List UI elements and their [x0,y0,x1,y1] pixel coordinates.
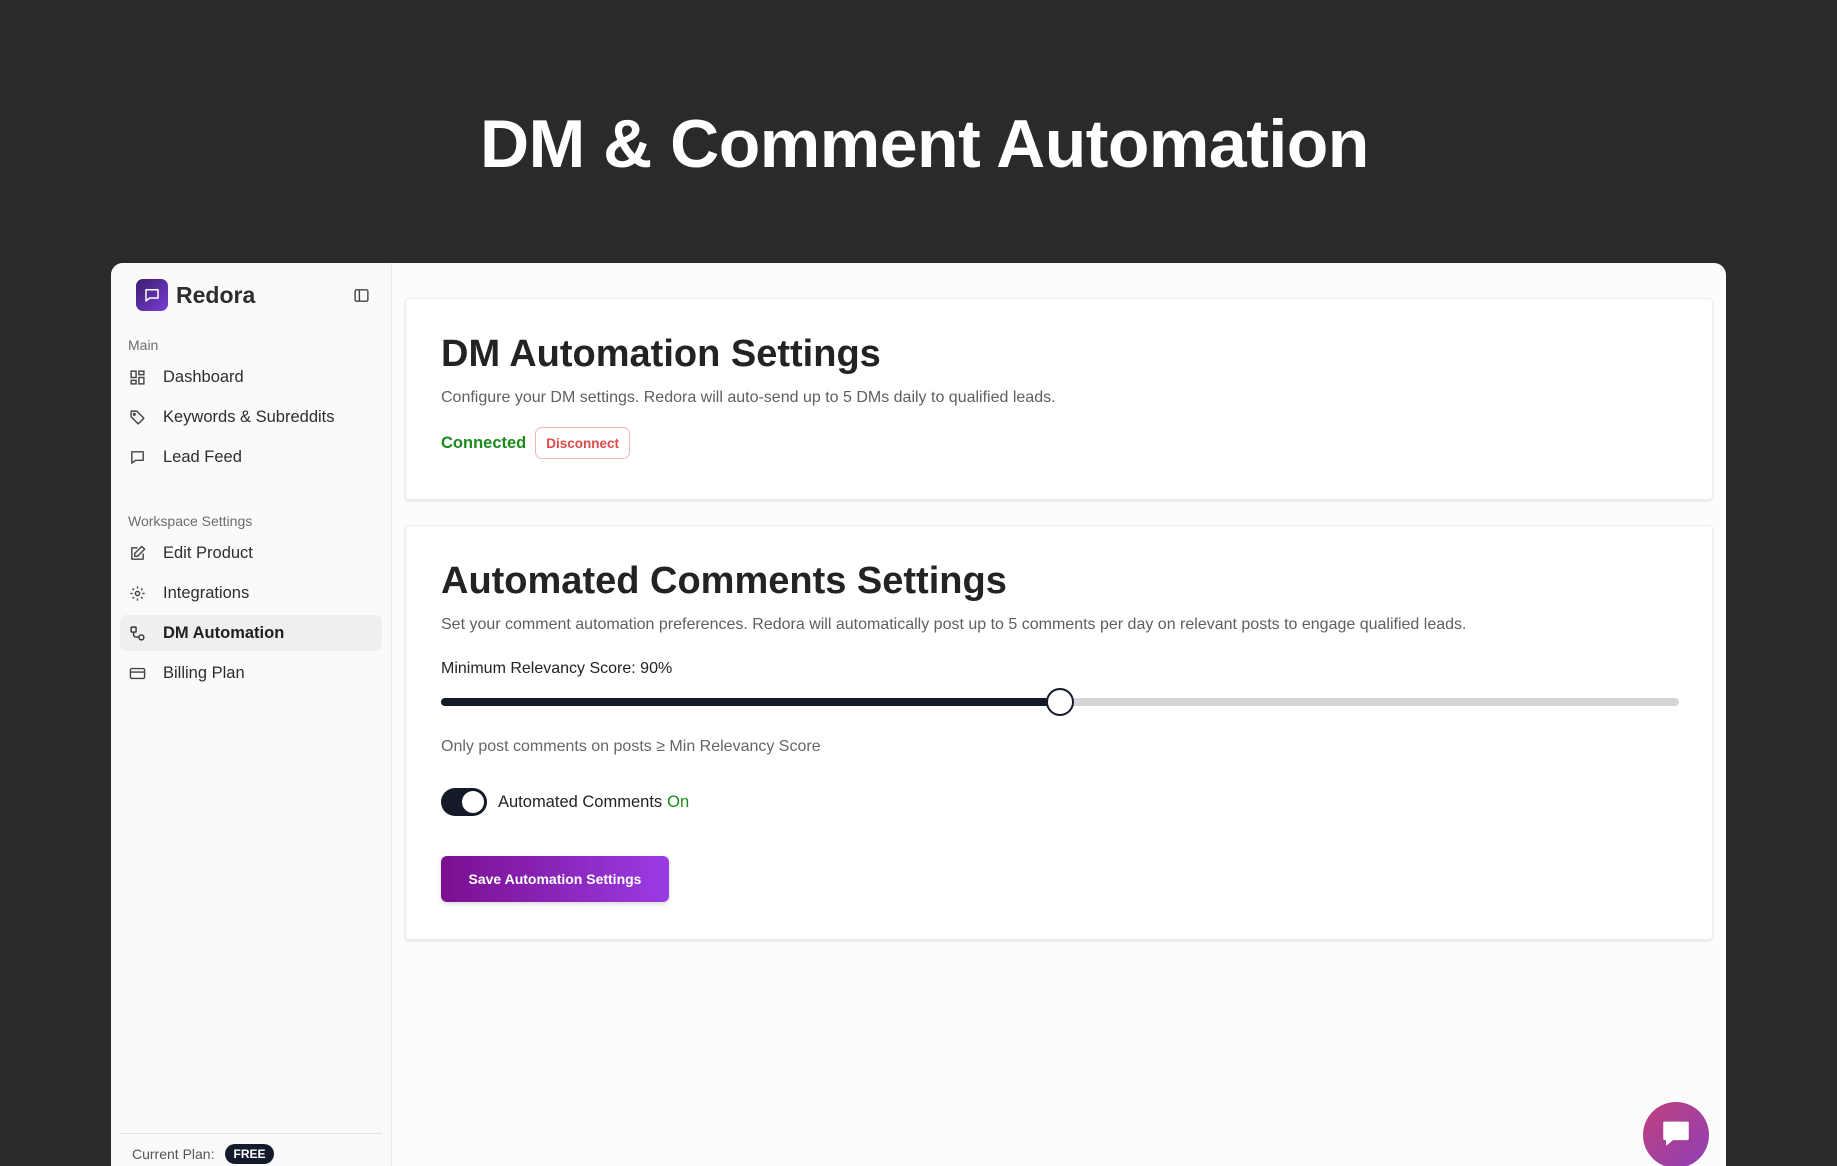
tag-icon [128,408,146,426]
relevancy-slider-label: Minimum Relevancy Score: 90% [441,660,673,677]
sidebar-section-main: Main [128,337,159,353]
sidebar-item-dashboard[interactable]: Dashboard [120,359,382,395]
workflow-icon [128,624,146,642]
brand-name: Redora [176,281,256,308]
sidebar-item-label: DM Automation [163,623,285,642]
sidebar-footer: Current Plan: FREE [120,1133,382,1164]
sidebar-toggle-icon[interactable] [349,283,373,307]
automated-comments-toggle[interactable] [441,788,487,816]
chat-support-button[interactable] [1643,1102,1709,1166]
app-window: Redora Main Dashboard Keywords & Subredd… [111,263,1726,1166]
sidebar-item-label: Dashboard [163,367,244,386]
edit-icon [128,544,146,562]
sidebar-item-keywords[interactable]: Keywords & Subreddits [120,399,382,435]
brand-logo-icon [136,279,168,311]
sidebar: Redora Main Dashboard Keywords & Subredd… [111,263,392,1166]
disconnect-button[interactable]: Disconnect [535,427,631,459]
sidebar-item-label: Edit Product [163,543,253,562]
automated-comments-label: Automated Comments [498,792,663,811]
automated-comments-toggle-row: Automated Comments On [441,788,689,816]
sidebar-item-billing[interactable]: Billing Plan [120,655,382,691]
sidebar-item-label: Lead Feed [163,447,242,466]
credit-card-icon [128,664,146,682]
sidebar-item-label: Billing Plan [163,663,245,682]
relevancy-slider-note: Only post comments on posts ≥ Min Releva… [441,738,821,755]
sidebar-item-edit-product[interactable]: Edit Product [120,535,382,571]
save-automation-settings-button[interactable]: Save Automation Settings [441,856,669,902]
comments-card-title: Automated Comments Settings [441,560,1007,602]
current-plan-label: Current Plan: [132,1146,215,1162]
slider-thumb[interactable] [1046,688,1074,716]
relevancy-slider[interactable] [441,688,1679,716]
comments-card-description: Set your comment automation preferences.… [441,616,1467,633]
sidebar-item-lead-feed[interactable]: Lead Feed [120,439,382,475]
gear-icon [128,584,146,602]
slider-fill [441,698,1060,706]
dm-card-title: DM Automation Settings [441,333,881,375]
sidebar-item-integrations[interactable]: Integrations [120,575,382,611]
sidebar-item-label: Keywords & Subreddits [163,407,335,426]
toggle-knob [462,791,484,813]
message-icon [128,448,146,466]
dashboard-icon [128,368,146,386]
status-badge: Connected [441,433,527,452]
sidebar-item-dm-automation[interactable]: DM Automation [120,615,382,651]
dm-settings-card: DM Automation Settings Configure your DM… [405,298,1713,500]
sidebar-section-workspace: Workspace Settings [128,513,253,529]
automated-comments-state: On [667,792,690,811]
sidebar-item-label: Integrations [163,583,250,602]
plan-badge: FREE [225,1144,274,1164]
dm-card-description: Configure your DM settings. Redora will … [441,389,1056,406]
main-content: DM Automation Settings Configure your DM… [392,263,1726,1166]
brand[interactable]: Redora [136,279,255,311]
chat-icon [1659,1116,1693,1155]
page-hero-title: DM & Comment Automation [480,106,1369,182]
comments-settings-card: Automated Comments Settings Set your com… [405,525,1713,940]
connection-status-row: Connected Disconnect [441,427,631,459]
